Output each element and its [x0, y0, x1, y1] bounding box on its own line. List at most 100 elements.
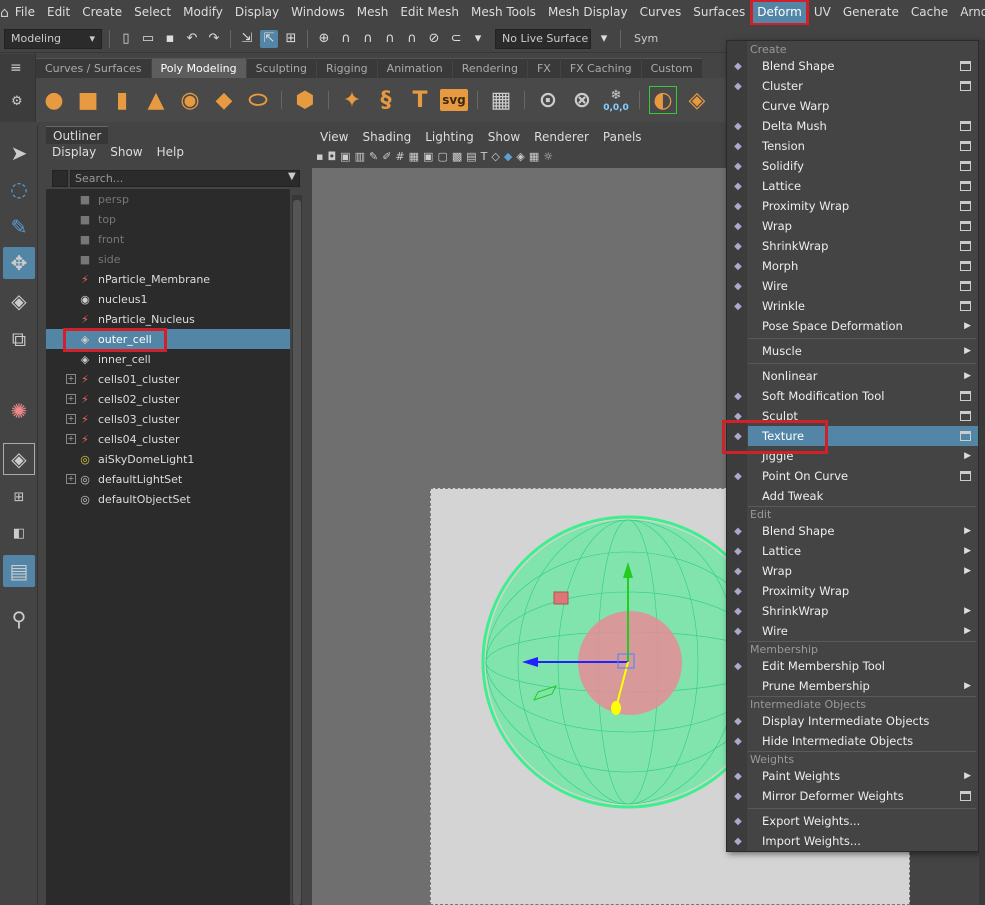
- menu-select[interactable]: Select: [128, 0, 177, 25]
- outliner-item-nucleus1[interactable]: ◉ nucleus1: [46, 289, 290, 309]
- center-pivot-icon[interactable]: ⊙: [534, 86, 562, 114]
- deform-item-muscle[interactable]: Muscle ▶: [748, 341, 978, 361]
- outliner-menu-help[interactable]: Help: [157, 145, 184, 159]
- outliner-item-persp[interactable]: ■ persp: [46, 189, 290, 209]
- deform-item-display-intermediate-objects[interactable]: Display Intermediate Objects: [748, 711, 978, 731]
- poly-disc-icon[interactable]: ⬭: [244, 86, 272, 114]
- delete-history-icon[interactable]: ⊗: [568, 86, 596, 114]
- menu-arnold[interactable]: Arnold: [954, 0, 985, 25]
- filter-icon[interactable]: [52, 170, 68, 187]
- deform-item-wire[interactable]: Wire: [748, 276, 978, 296]
- gear-icon[interactable]: ⚙: [11, 94, 23, 109]
- poly-type-icon[interactable]: T: [406, 86, 434, 114]
- safe-title-icon[interactable]: T: [481, 150, 488, 163]
- option-box-icon[interactable]: [960, 61, 971, 71]
- menu-create[interactable]: Create: [76, 0, 128, 25]
- option-box-icon[interactable]: [960, 221, 971, 231]
- outliner-item-top[interactable]: ■ top: [46, 209, 290, 229]
- chevron-down-icon[interactable]: ▼: [288, 171, 296, 182]
- open-scene-icon[interactable]: ▭: [139, 30, 157, 48]
- outliner-item-cells01-cluster[interactable]: + ⚡ cells01_cluster: [46, 369, 290, 389]
- poly-sphere-icon[interactable]: ●: [40, 86, 68, 114]
- symmetry-dropdown[interactable]: Sym: [628, 28, 668, 49]
- move-x-arrow-icon[interactable]: [611, 701, 621, 715]
- camera-attributes-icon[interactable]: ◘: [327, 150, 336, 163]
- shelf-tab-curves-surfaces[interactable]: Curves / Surfaces: [36, 58, 151, 78]
- rotate-tool-icon[interactable]: ◈: [3, 285, 35, 317]
- outliner-item-side[interactable]: ■ side: [46, 249, 290, 269]
- expand-icon[interactable]: +: [66, 374, 76, 384]
- menu-modify[interactable]: Modify: [177, 0, 229, 25]
- deform-item-proximity-wrap[interactable]: Proximity Wrap: [748, 581, 978, 601]
- scale-tool-icon[interactable]: ⧉: [3, 323, 35, 355]
- svg-icon[interactable]: svg: [440, 89, 468, 111]
- menu-generate[interactable]: Generate: [837, 0, 905, 25]
- pencil-icon[interactable]: ✎: [369, 150, 378, 163]
- poly-torus-icon[interactable]: ◉: [176, 86, 204, 114]
- outliner-item-cells04-cluster[interactable]: + ⚡ cells04_cluster: [46, 429, 290, 449]
- deform-item-wrinkle[interactable]: Wrinkle: [748, 296, 978, 316]
- outliner-menu-show[interactable]: Show: [110, 145, 142, 159]
- shelf-tab-fx[interactable]: FX: [527, 58, 560, 78]
- menu-edit-mesh[interactable]: Edit Mesh: [394, 0, 465, 25]
- shelf-tab-custom[interactable]: Custom: [641, 58, 702, 78]
- film-gate-icon[interactable]: ▦: [409, 150, 419, 163]
- shelf-tab-fx-caching[interactable]: FX Caching: [560, 58, 641, 78]
- snap-view-icon[interactable]: ∩: [381, 30, 399, 48]
- shelf-tab-sculpting[interactable]: Sculpting: [246, 58, 316, 78]
- outliner-item-aiskydomelight1[interactable]: ◎ aiSkyDomeLight1: [46, 449, 290, 469]
- deform-item-point-on-curve[interactable]: Point On Curve: [748, 466, 978, 486]
- menu-display[interactable]: Display: [229, 0, 285, 25]
- outliner-menu-display[interactable]: Display: [52, 145, 96, 159]
- deform-item-blend-shape[interactable]: Blend Shape ▶: [748, 521, 978, 541]
- menu-edit[interactable]: Edit: [41, 0, 76, 25]
- outliner-tab[interactable]: Outliner: [46, 126, 109, 144]
- safe-action-icon[interactable]: ▤: [466, 150, 476, 163]
- viewport-menu-show[interactable]: Show: [488, 130, 520, 144]
- menu-mesh-display[interactable]: Mesh Display: [542, 0, 634, 25]
- option-box-icon[interactable]: [960, 791, 971, 801]
- outliner-item-cells02-cluster[interactable]: + ⚡ cells02_cluster: [46, 389, 290, 409]
- sphere-wireframe[interactable]: [430, 488, 730, 818]
- smooth-shade-icon[interactable]: ◆: [504, 150, 512, 163]
- deform-item-nonlinear[interactable]: Nonlinear ▶: [748, 366, 978, 386]
- chevron-down-icon[interactable]: ▾: [469, 30, 487, 48]
- snap-curve-icon[interactable]: ∩: [337, 30, 355, 48]
- expand-icon[interactable]: +: [66, 474, 76, 484]
- four-view-layout-icon[interactable]: ⊞: [3, 481, 35, 513]
- snap-surface-icon[interactable]: ∩: [403, 30, 421, 48]
- save-scene-icon[interactable]: ▪: [161, 30, 179, 48]
- poly-cube-icon[interactable]: ■: [74, 86, 102, 114]
- deform-item-wrap[interactable]: Wrap: [748, 216, 978, 236]
- resolution-gate-icon[interactable]: ▣: [423, 150, 433, 163]
- wireframe-on-shaded-icon[interactable]: ◈: [516, 150, 524, 163]
- option-box-icon[interactable]: [960, 431, 971, 441]
- snap-live-icon[interactable]: ⊘: [425, 30, 443, 48]
- poly-cone-icon[interactable]: ▲: [142, 86, 170, 114]
- select-tool-icon[interactable]: ➤: [3, 137, 35, 169]
- deform-item-export-weights[interactable]: Export Weights...: [748, 811, 978, 831]
- grid-icon[interactable]: #: [395, 150, 404, 163]
- cluster-handle[interactable]: [553, 591, 569, 605]
- wireframe-icon[interactable]: ◇: [491, 150, 499, 163]
- select-object-icon[interactable]: ⇱: [260, 29, 278, 48]
- menu-mesh-tools[interactable]: Mesh Tools: [465, 0, 542, 25]
- image-plane-icon[interactable]: ▥: [355, 150, 365, 163]
- freeze-transform-icon[interactable]: ❄ 0,0,0: [602, 86, 630, 114]
- gate-mask-icon[interactable]: ▢: [437, 150, 447, 163]
- option-box-icon[interactable]: [960, 121, 971, 131]
- poly-cylinder-icon[interactable]: ▮: [108, 86, 136, 114]
- menu-file[interactable]: File: [9, 0, 41, 25]
- option-box-icon[interactable]: [960, 181, 971, 191]
- deform-item-curve-warp[interactable]: Curve Warp: [748, 96, 978, 116]
- shelf-tab-animation[interactable]: Animation: [377, 58, 452, 78]
- grease-pencil-icon[interactable]: ✐: [382, 150, 391, 163]
- option-box-icon[interactable]: [960, 201, 971, 211]
- field-chart-icon[interactable]: ▩: [452, 150, 462, 163]
- deform-item-blend-shape[interactable]: Blend Shape: [748, 56, 978, 76]
- deform-item-edit-membership-tool[interactable]: Edit Membership Tool: [748, 656, 978, 676]
- deform-item-prune-membership[interactable]: Prune Membership ▶: [748, 676, 978, 696]
- menu-surfaces[interactable]: Surfaces: [687, 0, 751, 25]
- deform-item-morph[interactable]: Morph: [748, 256, 978, 276]
- option-box-icon[interactable]: [960, 471, 971, 481]
